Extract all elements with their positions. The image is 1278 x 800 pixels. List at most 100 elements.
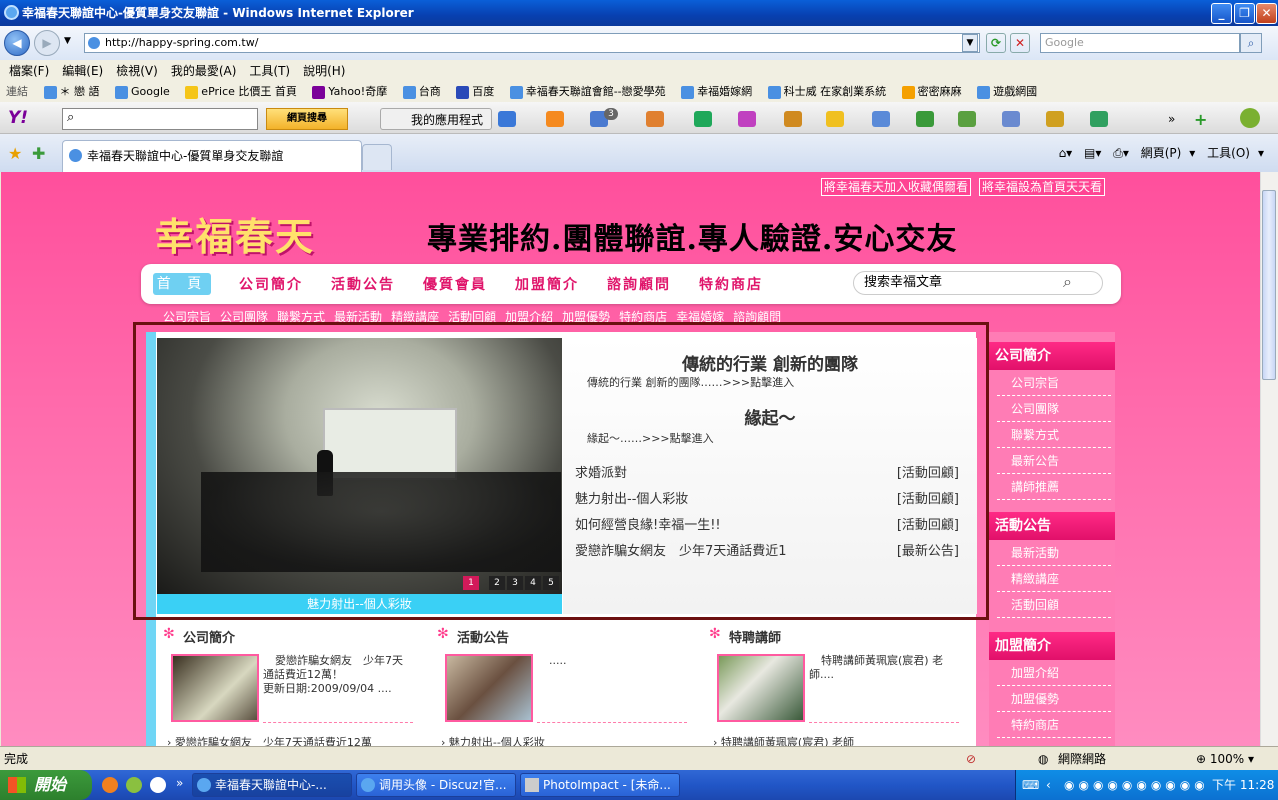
yahoo-search-button[interactable]: 網頁搜尋 bbox=[266, 108, 348, 130]
sidebar-item[interactable]: 加盟優勢 bbox=[997, 686, 1111, 712]
sidebar-heading[interactable]: 活動公告 bbox=[989, 512, 1115, 540]
blocked-icon[interactable]: ⊘ bbox=[966, 747, 976, 771]
nav-consultant[interactable]: 諮詢顧問 bbox=[607, 274, 671, 294]
nav-events[interactable]: 活動公告 bbox=[331, 274, 395, 294]
sidebar-item[interactable]: 精緻講座 bbox=[997, 566, 1111, 592]
search-input[interactable]: Google bbox=[1040, 33, 1240, 53]
menu-help[interactable]: 說明(H) bbox=[303, 60, 345, 82]
sidebar-item[interactable]: 最新活動 bbox=[997, 540, 1111, 566]
link-item[interactable]: Yahoo!奇摩 bbox=[312, 82, 387, 102]
tab-active[interactable]: 幸福春天聯誼中心-優質單身交友聯誼 bbox=[62, 140, 362, 172]
box-link[interactable]: › 特聘講師黃珮宸(宸君) 老師 bbox=[713, 736, 854, 746]
box-thumbnail[interactable] bbox=[171, 654, 259, 722]
quicklaunch-more-icon[interactable]: » bbox=[176, 776, 183, 790]
clock[interactable]: 下午 11:28 bbox=[1212, 770, 1274, 800]
star-icon[interactable] bbox=[694, 111, 712, 127]
link-item[interactable]: 幸福春天聯誼會館--戀愛學苑 bbox=[509, 82, 666, 102]
tray-expand-icon[interactable]: ‹ bbox=[1046, 770, 1051, 800]
link-item[interactable]: 科士威 在家創業系統 bbox=[767, 82, 886, 102]
link-item[interactable]: ＊ 戀 語 bbox=[43, 82, 100, 102]
add-favorite-icon[interactable]: ✚ bbox=[32, 144, 45, 163]
home-icon[interactable]: ⌂▾ bbox=[1059, 146, 1073, 160]
start-button[interactable]: 開始 bbox=[0, 770, 92, 800]
shield-icon[interactable] bbox=[916, 111, 934, 127]
sidebar-item[interactable]: 加盟介紹 bbox=[997, 660, 1111, 686]
back-button[interactable]: ◀ bbox=[4, 30, 30, 56]
menu-file[interactable]: 檔案(F) bbox=[9, 60, 49, 82]
firefox-icon[interactable] bbox=[102, 777, 118, 793]
new-tab-button[interactable] bbox=[362, 144, 392, 170]
tray-icons[interactable]: ◉◉◉◉◉◉◉◉◉◉ bbox=[1064, 770, 1209, 800]
box-link[interactable]: › 愛戀詐騙女網友 少年7天通話費近12萬 bbox=[167, 736, 372, 746]
print-icon[interactable]: ⎙▾ bbox=[1113, 146, 1129, 160]
url-dropdown-icon[interactable]: ▼ bbox=[962, 34, 978, 52]
forward-button[interactable]: ▶ bbox=[34, 30, 60, 56]
settings-icon[interactable] bbox=[1240, 108, 1260, 128]
menu-view[interactable]: 檢視(V) bbox=[116, 60, 158, 82]
box-thumbnail[interactable] bbox=[445, 654, 533, 722]
keyboard-icon[interactable]: ⌨ bbox=[1022, 770, 1039, 800]
box-thumbnail[interactable] bbox=[717, 654, 805, 722]
link-item[interactable]: 密密麻麻 bbox=[901, 82, 962, 102]
taskbar-button-discuz[interactable]: 调用头像 - Discuz!官... bbox=[356, 773, 516, 797]
add-favorite-link[interactable]: 將幸福春天加入收藏偶爾看 bbox=[821, 178, 972, 196]
sidebar-heading[interactable]: 公司簡介 bbox=[989, 342, 1115, 370]
sidebar-item[interactable]: 特約商店 bbox=[997, 712, 1111, 738]
url-input[interactable]: http://happy-spring.com.tw/ bbox=[84, 33, 980, 53]
zoom-control[interactable]: ⊕ 100% ▾ bbox=[1196, 747, 1254, 771]
sidebar-item[interactable]: 講師推薦 bbox=[997, 474, 1111, 500]
set-homepage-link[interactable]: 將幸福設為首頁天天看 bbox=[979, 178, 1106, 196]
media-icon[interactable] bbox=[150, 777, 166, 793]
taskbar-button-ie[interactable]: 幸福春天聯誼中心-... bbox=[192, 773, 352, 797]
refresh-icon[interactable]: ⟳ bbox=[986, 33, 1006, 53]
box-link[interactable]: › 魅力射出--個人彩妝 bbox=[441, 736, 545, 746]
nav-members[interactable]: 優質會員 bbox=[423, 274, 487, 294]
rss-icon[interactable] bbox=[546, 111, 564, 127]
bookmark-icon[interactable] bbox=[784, 111, 802, 127]
box-title[interactable]: 特聘講師 bbox=[729, 627, 781, 646]
link-item[interactable]: 台商 bbox=[402, 82, 441, 102]
pencil-icon[interactable] bbox=[1046, 111, 1064, 127]
app-icon[interactable] bbox=[498, 111, 516, 127]
menu-tools[interactable]: 工具(T) bbox=[249, 60, 290, 82]
stop-icon[interactable]: ✕ bbox=[1010, 33, 1030, 53]
messenger-icon[interactable] bbox=[126, 777, 142, 793]
shopping-icon[interactable] bbox=[738, 111, 756, 127]
nav-stores[interactable]: 特約商店 bbox=[699, 274, 763, 294]
box-title[interactable]: 公司簡介 bbox=[183, 627, 235, 646]
box-text[interactable]: ..... bbox=[549, 654, 566, 668]
my-apps-button[interactable]: 我的應用程式 bbox=[380, 108, 493, 130]
sidebar-item[interactable]: 最新公告 bbox=[997, 448, 1111, 474]
menu-edit[interactable]: 編輯(E) bbox=[62, 60, 103, 82]
link-item[interactable]: ePrice 比價王 首頁 bbox=[185, 82, 297, 102]
game-icon[interactable] bbox=[958, 111, 976, 127]
link-item[interactable]: 幸福婚嫁網 bbox=[681, 82, 752, 102]
nav-franchise[interactable]: 加盟簡介 bbox=[515, 274, 579, 294]
taskbar-button-photoimpact[interactable]: PhotoImpact - [未命... bbox=[520, 773, 680, 797]
add-icon[interactable]: + bbox=[1194, 110, 1207, 129]
link-item[interactable]: Google bbox=[115, 82, 170, 102]
more-icon[interactable]: » bbox=[1168, 112, 1175, 126]
scrollbar-thumb[interactable] bbox=[1262, 190, 1276, 380]
nav-home[interactable]: 首 頁 bbox=[153, 273, 211, 295]
sidebar-item[interactable]: 公司宗旨 bbox=[997, 370, 1111, 396]
link-item[interactable]: 遊戲網國 bbox=[977, 82, 1037, 102]
yahoo-logo[interactable]: Y! bbox=[8, 108, 28, 128]
window-icon[interactable] bbox=[872, 111, 890, 127]
tools-menu[interactable]: 工具(O) bbox=[1207, 146, 1250, 160]
site-logo[interactable]: 幸福春天 bbox=[155, 206, 315, 261]
sidebar-item[interactable]: 公司團隊 bbox=[997, 396, 1111, 422]
box-text[interactable]: 愛戀詐騙女網友 少年7天 bbox=[275, 654, 403, 668]
flag-icon[interactable] bbox=[1090, 111, 1108, 127]
sidebar-item[interactable]: 活動回顧 bbox=[997, 592, 1111, 618]
feeds-icon[interactable]: ▤▾ bbox=[1084, 146, 1101, 160]
close-button[interactable]: ✕ bbox=[1256, 3, 1277, 24]
yahoo-search-input[interactable]: ⌕ bbox=[62, 108, 258, 130]
box-title[interactable]: 活動公告 bbox=[457, 627, 509, 646]
sidebar-heading[interactable]: 加盟簡介 bbox=[989, 632, 1115, 660]
weather-icon[interactable] bbox=[646, 111, 664, 127]
window-title-bar[interactable]: 幸福春天聯誼中心-優質單身交友聯誼 - Windows Internet Exp… bbox=[0, 0, 1278, 26]
search-icon[interactable]: ⌕ bbox=[1063, 272, 1072, 292]
page-icon[interactable] bbox=[1002, 111, 1020, 127]
maximize-button[interactable]: ❐ bbox=[1234, 3, 1255, 24]
